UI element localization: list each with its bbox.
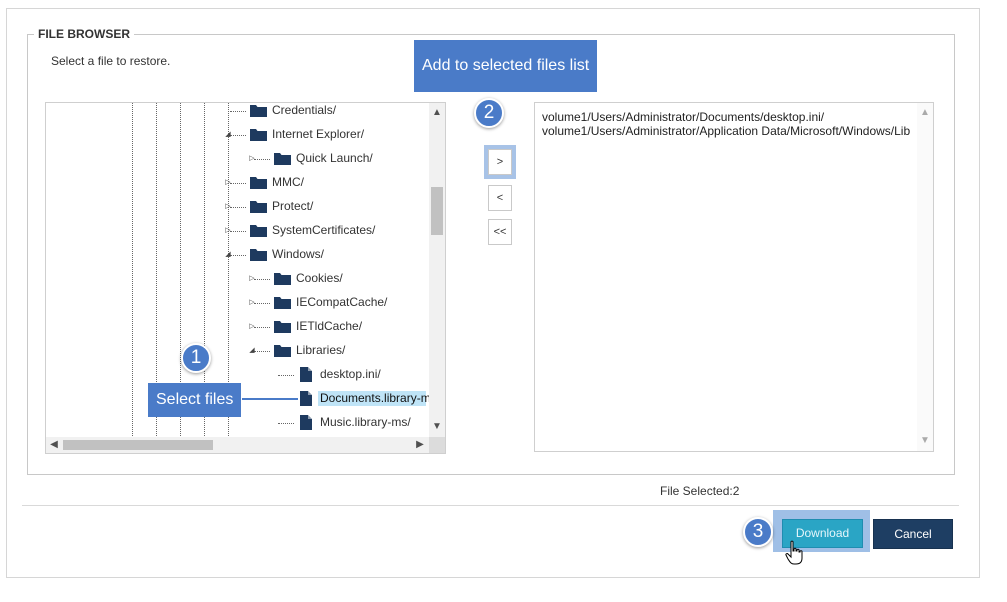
step1-connector — [242, 398, 298, 400]
scroll-thumb[interactable] — [63, 440, 213, 450]
instruction-text: Select a file to restore. — [51, 54, 171, 68]
triangle-right-icon[interactable]: ▷ — [248, 322, 256, 332]
tree-node[interactable]: ◢ Internet Explorer/ — [46, 123, 426, 147]
folder-icon — [274, 297, 291, 309]
step3-badge: 3 — [743, 517, 773, 547]
triangle-right-icon[interactable]: ▷ — [224, 178, 232, 188]
folder-icon — [250, 201, 267, 213]
folder-icon — [274, 345, 291, 357]
tree-node-label[interactable]: Cookies/ — [294, 271, 345, 286]
scrollbar-corner — [429, 437, 445, 453]
tree-connector — [230, 231, 246, 232]
tree-node[interactable]: ▷ Quick Launch/ — [46, 147, 426, 171]
folder-icon — [274, 321, 291, 333]
tree-connector — [230, 255, 246, 256]
file-icon — [300, 367, 312, 382]
scroll-right-icon[interactable]: ▶ — [412, 437, 428, 453]
tree-node[interactable]: Credentials/ — [46, 103, 426, 123]
tree-node-label[interactable]: IECompatCache/ — [294, 295, 389, 310]
tree-node[interactable]: ▷ SystemCertificates/ — [46, 219, 426, 243]
remove-all-button[interactable]: << — [488, 219, 512, 245]
tree-node[interactable]: ▷ Protect/ — [46, 195, 426, 219]
scroll-down-icon[interactable]: ▼ — [917, 433, 933, 449]
step1-badge: 1 — [181, 343, 211, 373]
folder-icon — [274, 273, 291, 285]
scroll-up-icon[interactable]: ▲ — [429, 105, 445, 121]
tree-connector — [254, 351, 270, 352]
tree-node-label[interactable]: Protect/ — [270, 199, 315, 214]
tree-node-label[interactable]: desktop.ini/ — [318, 367, 383, 382]
tree-node-label[interactable]: Quick Launch/ — [294, 151, 375, 166]
tree-connector — [230, 183, 246, 184]
selected-file-item[interactable]: volume1/Users/Administrator/Documents/de… — [542, 110, 824, 124]
tree-node-label[interactable]: Windows/ — [270, 247, 326, 262]
file-tree[interactable]: Credentials/ ◢ Internet Explorer/ ▷ Quick La… — [45, 102, 446, 454]
file-icon — [300, 391, 312, 406]
selected-files-list[interactable]: volume1/Users/Administrator/Documents/de… — [534, 102, 934, 452]
triangle-down-icon[interactable]: ◢ — [248, 346, 256, 356]
folder-icon — [274, 153, 291, 165]
triangle-right-icon[interactable]: ▷ — [224, 202, 232, 212]
folder-icon — [250, 129, 267, 141]
tree-node[interactable]: ▷ IETldCache/ — [46, 315, 426, 339]
list-vertical-scrollbar[interactable]: ▲ ▼ — [917, 103, 933, 451]
scroll-left-icon[interactable]: ◀ — [46, 437, 62, 453]
tree-connector — [254, 279, 270, 280]
folder-icon — [250, 249, 267, 261]
tree-node[interactable]: ▷ IECompatCache/ — [46, 291, 426, 315]
tree-vertical-scrollbar[interactable]: ▲ ▼ — [429, 103, 445, 438]
tree-horizontal-scrollbar[interactable]: ◀ ▶ — [46, 437, 431, 453]
add-to-list-button[interactable]: > — [488, 149, 512, 175]
folder-icon — [250, 105, 267, 117]
selected-file-item[interactable]: volume1/Users/Administrator/Application … — [542, 124, 910, 138]
tree-node-label[interactable]: Documents.library-m — [318, 391, 431, 406]
folder-icon — [250, 177, 267, 189]
tree-connector — [254, 159, 270, 160]
tree-connector — [230, 207, 246, 208]
tree-node-label[interactable]: SystemCertificates/ — [270, 223, 377, 238]
hand-pointer-icon — [785, 540, 803, 565]
scroll-thumb[interactable] — [431, 187, 443, 235]
tree-node[interactable]: ▷ MMC/ — [46, 171, 426, 195]
step1-label: Select files — [148, 383, 242, 417]
triangle-right-icon[interactable]: ▷ — [224, 226, 232, 236]
tree-connector — [230, 111, 246, 112]
tree-node-label[interactable]: Music.library-ms/ — [318, 415, 413, 430]
tree-node-label[interactable]: Internet Explorer/ — [270, 127, 366, 142]
tree-connector — [278, 423, 294, 424]
triangle-right-icon[interactable]: ▷ — [248, 154, 256, 164]
triangle-right-icon[interactable]: ▷ — [248, 274, 256, 284]
file-selected-count: File Selected:2 — [660, 484, 740, 498]
scroll-up-icon[interactable]: ▲ — [917, 105, 933, 121]
tree-connector — [230, 135, 246, 136]
file-icon — [300, 415, 312, 430]
scroll-down-icon[interactable]: ▼ — [429, 419, 445, 435]
remove-from-list-button[interactable]: < — [488, 185, 512, 211]
tree-node-label[interactable]: MMC/ — [270, 175, 306, 190]
triangle-right-icon[interactable]: ▷ — [248, 298, 256, 308]
tree-node-label[interactable]: Libraries/ — [294, 343, 347, 358]
triangle-down-icon[interactable]: ◢ — [224, 130, 232, 140]
tree-connector — [254, 327, 270, 328]
group-legend: FILE BROWSER — [34, 27, 134, 41]
tree-node[interactable]: ◢ Libraries/ — [46, 339, 426, 363]
tree-connector — [254, 303, 270, 304]
footer-divider — [22, 505, 959, 506]
tree-node[interactable]: ◢ Windows/ — [46, 243, 426, 267]
step2-label: Add to selected files list — [414, 40, 598, 92]
cancel-button[interactable]: Cancel — [873, 519, 953, 549]
tree-node-label[interactable]: Credentials/ — [270, 103, 338, 118]
tree-node[interactable]: ▷ Cookies/ — [46, 267, 426, 291]
folder-icon — [250, 225, 267, 237]
tree-node-label[interactable]: IETldCache/ — [294, 319, 364, 334]
triangle-down-icon[interactable]: ◢ — [224, 250, 232, 260]
tree-connector — [278, 375, 294, 376]
step2-badge: 2 — [474, 98, 504, 128]
